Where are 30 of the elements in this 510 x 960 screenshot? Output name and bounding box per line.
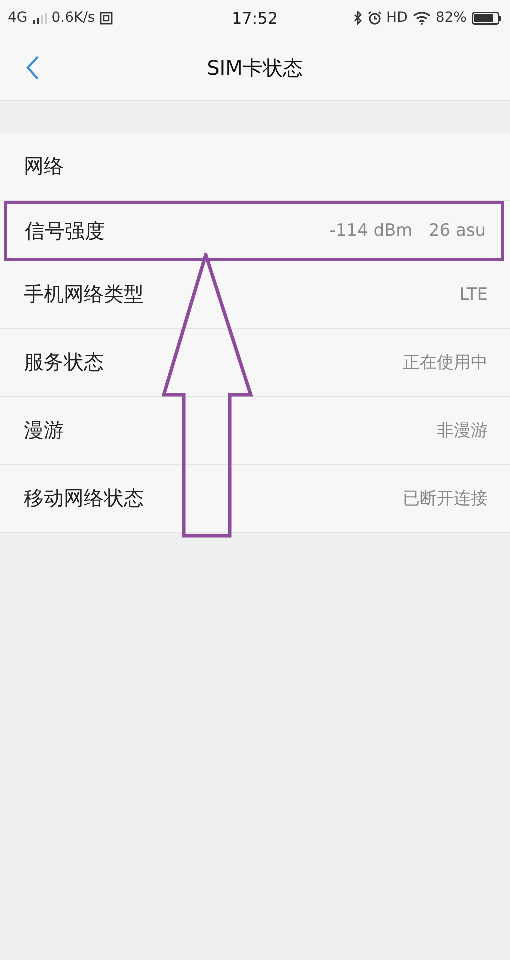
row-value: 正在使用中: [403, 352, 488, 374]
alarm-icon: [368, 11, 382, 25]
row-label: 漫游: [24, 417, 64, 444]
battery-percent: 82%: [436, 10, 467, 26]
setting-row[interactable]: 网络: [0, 133, 510, 201]
row-value: 已断开连接: [403, 488, 488, 510]
setting-row[interactable]: 漫游 非漫游: [0, 397, 510, 465]
row-label: 信号强度: [25, 218, 105, 244]
network-type: 4G: [8, 10, 28, 26]
row-label: 移动网络状态: [24, 485, 144, 512]
highlighted-row[interactable]: 信号强度 -114 dBm 26 asu: [4, 201, 504, 261]
row-value: 非漫游: [437, 420, 488, 442]
clock: 17:52: [232, 8, 278, 28]
setting-row[interactable]: 手机网络类型 LTE: [0, 261, 510, 329]
hd-indicator: HD: [386, 10, 408, 26]
page-title: SIM卡状态: [207, 54, 303, 82]
row-value: LTE: [460, 284, 488, 304]
bluetooth-icon: [354, 11, 363, 25]
row-label: 网络: [24, 153, 64, 180]
setting-row[interactable]: 移动网络状态 已断开连接: [0, 465, 510, 533]
battery-icon: [472, 12, 502, 24]
network-speed: 0.6K/s: [52, 10, 96, 26]
row-label: 服务状态: [24, 349, 104, 376]
back-icon[interactable]: [26, 55, 40, 81]
wifi-icon: [412, 12, 431, 24]
setting-row[interactable]: 服务状态 正在使用中: [0, 329, 510, 397]
signal-icon: [32, 12, 47, 24]
row-label: 手机网络类型: [24, 281, 144, 308]
row-value: -114 dBm 26 asu: [330, 221, 486, 241]
sim-icon: [100, 12, 114, 24]
